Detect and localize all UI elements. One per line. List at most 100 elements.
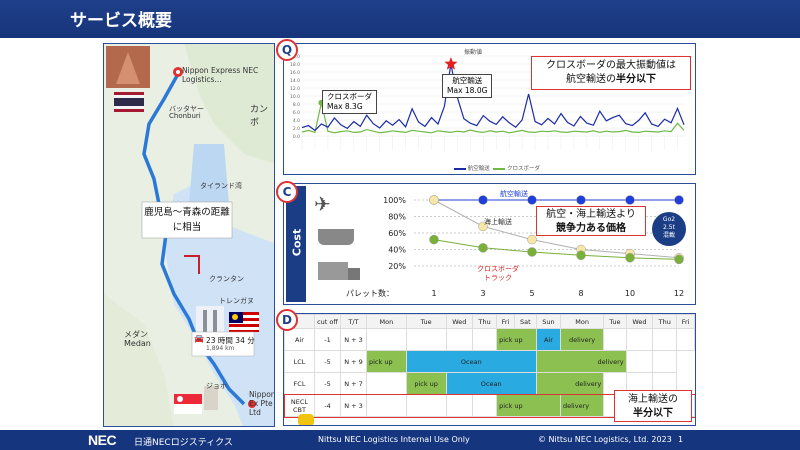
bar-pickup: pick up <box>366 350 407 373</box>
y-tick-label: 2.0 <box>293 126 300 132</box>
map-place-label: Chonburi <box>169 112 201 120</box>
map-place-label: クランタン <box>209 275 244 283</box>
distance-note: 鹿児島～青森の距離に相当 <box>144 207 230 233</box>
slide-footer: NEC 日通NECロジスティクス Nittsu NEC Logistics In… <box>0 430 800 450</box>
row-tt: N + 3 <box>340 328 367 351</box>
legend-cbt: クロスボーダ <box>507 166 541 172</box>
bar-air: Air <box>535 328 561 351</box>
data-point <box>625 253 635 263</box>
header-day: Mon <box>559 314 605 329</box>
row-cutoff: -1 <box>314 328 341 351</box>
y-tick-label: 16.0 <box>290 70 300 76</box>
x-tick-label: 5 <box>529 289 534 298</box>
x-tick-label: 1 <box>431 289 436 298</box>
table-row: Air -1 N + 3 pick up Air delivery <box>284 328 695 351</box>
go2-line1: Go2 <box>662 216 676 223</box>
singapore-flag-icon <box>174 394 202 414</box>
header-day: Fri <box>676 314 695 329</box>
y-tick-label: 10.0 <box>290 94 300 100</box>
y-tick-label: 20% <box>388 262 406 271</box>
bar-pickup: pick up <box>496 328 537 351</box>
bar-delivery: delivery <box>535 350 627 373</box>
data-point <box>478 195 488 205</box>
badge-c: C <box>276 181 298 203</box>
legend-air: 航空輸送 <box>467 166 490 172</box>
copyright: © Nittsu NEC Logistics, Ltd. 2023 <box>538 435 672 444</box>
x-tick-label: 3 <box>480 289 485 298</box>
air-max-value: Max 18.0G <box>447 86 488 95</box>
y-tick-label: 0.0 <box>293 134 300 140</box>
route-distance: 1,894 km <box>206 345 235 352</box>
header-day: Tue <box>603 314 627 329</box>
quality-callout-line2: 航空輸送の半分以下 <box>532 73 690 87</box>
x-tick-label: 12 <box>674 289 684 298</box>
panel-delivery: cut off T/T Mon Tue Wed Thu Fri Sat Sun … <box>283 313 696 426</box>
map-place-label: トレンガヌ <box>219 297 254 305</box>
page-number: 1 <box>678 435 684 444</box>
data-point <box>527 195 537 205</box>
data-point <box>478 243 488 253</box>
cbt-series-label: クロスボーダ <box>477 264 519 273</box>
map-place-label: カンボ <box>250 105 269 128</box>
data-point <box>429 234 439 245</box>
quality-callout-emph: 半分以下 <box>616 74 656 85</box>
data-point <box>527 247 537 257</box>
delivery-callout-line1: 海上輸送の <box>628 394 678 405</box>
badge-q: Q <box>276 39 298 61</box>
header-day: Wed <box>445 314 474 329</box>
air-max-label: 航空輸送 Max 18.0G <box>442 74 493 98</box>
header-day: Thu <box>472 314 498 329</box>
row-mode: Air <box>284 328 315 351</box>
header-tt: T/T <box>340 314 367 329</box>
data-point <box>429 195 439 205</box>
x-axis-label: パレット数： <box>346 288 394 298</box>
data-point <box>625 195 635 205</box>
data-point <box>674 254 684 265</box>
slide-header: サービス概要 <box>0 0 800 38</box>
go2-line3: 混載 <box>662 232 675 239</box>
cost-callout-line1: 航空・海上輸送より <box>546 209 636 220</box>
y-tick-label: 100% <box>383 196 406 205</box>
header-day: Sun <box>535 314 561 329</box>
y-tick-label: 14.0 <box>290 78 300 84</box>
thailand-flag-icon <box>114 92 144 112</box>
header-day: Fri <box>496 314 515 329</box>
delivery-callout-line2: 半分以下 <box>633 408 673 419</box>
row-mode: FCL <box>284 372 315 395</box>
malaysia-flag-icon <box>229 312 259 332</box>
go2-badge: Go2 2.5t 混載 <box>652 212 686 246</box>
route-map: Nippon Express NEC Logistics... バッタヤー Ch… <box>103 43 275 427</box>
row-cutoff: -5 <box>314 350 341 373</box>
air-series-label: 航空輸送 <box>500 189 528 198</box>
delivery-callout: 海上輸送の 半分以下 <box>614 390 692 422</box>
header-day: Tue <box>405 314 447 329</box>
go2-line2: 2.5t <box>663 224 675 231</box>
nec-logo: NEC <box>88 432 117 448</box>
row-cutoff: -4 <box>314 394 341 417</box>
bar-pickup: pick up <box>496 394 561 417</box>
y-tick-label: 40% <box>388 246 406 255</box>
row-mode: LCL <box>284 350 315 373</box>
panel-cost: Cost ✈ 20% 40% 60% 80% 100% パレット数： 1 3 5 8 10 12 航空輸… <box>283 183 696 305</box>
cost-callout-line2: 競争力ある価格 <box>556 223 626 234</box>
y-tick-label: 6.0 <box>293 110 300 116</box>
y-tick-label: 60% <box>388 229 406 238</box>
company-name: 日通NECロジスティクス <box>134 438 233 448</box>
map-place-label: ジョホ <box>206 382 227 390</box>
kl-towers-photo <box>196 306 224 334</box>
data-point <box>674 195 684 205</box>
vibration-chart-title: 振動値 <box>464 49 483 56</box>
bar-ocean: Ocean <box>405 350 537 373</box>
quality-callout-line1: クロスボーダの最大振動値は <box>546 60 676 71</box>
bar-pickup: pick up <box>405 372 447 395</box>
destination-label: Nippon Ex Pte Ltd <box>249 390 275 417</box>
row-tt: N + 3 <box>340 394 367 417</box>
origin-label: Nippon Express NEC Logistics... <box>182 66 259 84</box>
y-tick-label: 80% <box>388 213 406 222</box>
internal-notice: Nittsu NEC Logistics Internal Use Only <box>318 435 470 444</box>
data-point <box>576 195 586 205</box>
bar-ocean: Ocean <box>445 372 537 395</box>
cbt-series-label-2: トラック <box>484 274 512 282</box>
cbt-max-label: クロスボーダ Max 8.3G <box>322 90 377 114</box>
row-tt: N + 9 <box>340 350 367 373</box>
